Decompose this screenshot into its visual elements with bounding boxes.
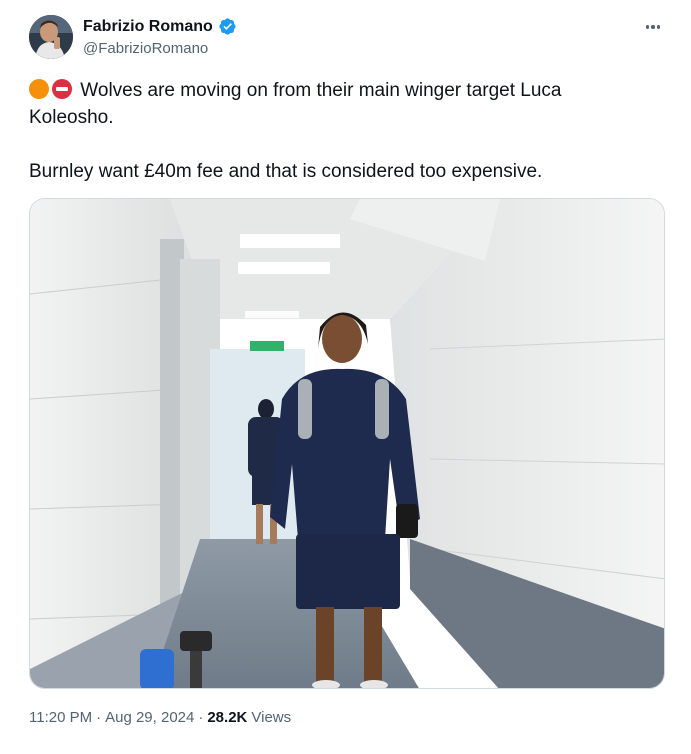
no-entry-icon [52, 79, 72, 99]
tweet-header: Fabrizio Romano @FabrizioRomano [29, 15, 669, 63]
author-display-name[interactable]: Fabrizio Romano [83, 18, 213, 36]
author-handle[interactable]: @FabrizioRomano [83, 40, 208, 57]
views-count: 28.2K [207, 709, 248, 726]
more-options-button[interactable] [641, 19, 665, 35]
author-name-row: Fabrizio Romano [83, 17, 237, 36]
more-dot-icon [656, 25, 661, 29]
tweet-metadata: 11:20 PM · Aug 29, 2024 · 28.2K Views [29, 709, 291, 726]
tweet-date[interactable]: Aug 29, 2024 [105, 709, 194, 726]
tweet-text-line2: Koleosho. [29, 107, 114, 128]
tweet-photo[interactable] [29, 198, 665, 689]
orange-circle-icon [29, 79, 49, 99]
tweet-card: Fabrizio Romano @FabrizioRomano Wolves a… [0, 0, 691, 754]
more-dot-icon [651, 25, 655, 29]
more-dot-icon [645, 25, 650, 29]
meta-separator: · [96, 709, 102, 726]
meta-separator: · [198, 709, 204, 726]
tweet-time[interactable]: 11:20 PM [29, 709, 92, 726]
tweet-text-line3: Burnley want £40m fee and that is consid… [29, 161, 543, 182]
tweet-text-line1: Wolves are moving on from their main win… [80, 80, 562, 101]
corridor-photo-illustration [30, 199, 664, 688]
tweet-text: Wolves are moving on from their main win… [29, 77, 649, 185]
author-avatar[interactable] [29, 15, 73, 59]
avatar-image [29, 15, 73, 59]
verified-badge-icon [218, 17, 237, 36]
views-label: Views [251, 709, 292, 726]
tweet-line-1: Wolves are moving on from their main win… [29, 77, 649, 104]
